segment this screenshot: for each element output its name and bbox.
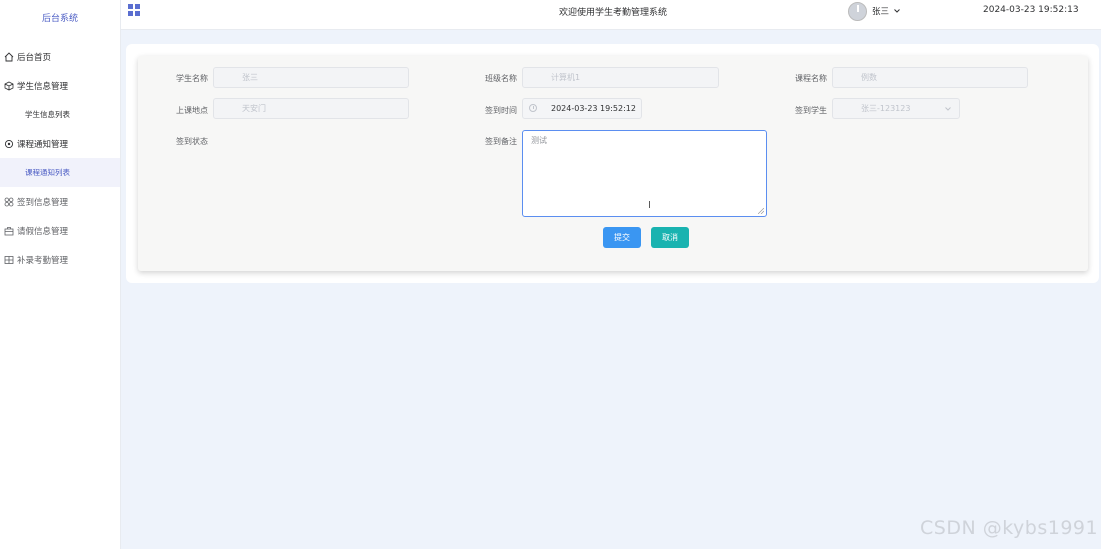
remark-value: 测试 [531, 136, 547, 145]
sidebar-item-label: 补录考勤管理 [17, 255, 69, 266]
course-name-field[interactable]: 例数 [832, 67, 1028, 88]
page-title: 欢迎使用学生考勤管理系统 [559, 8, 668, 18]
checkin-status-label: 签到状态 [176, 137, 208, 146]
sidebar-item-student-list[interactable]: 学生信息列表 [0, 100, 120, 129]
clock-icon [529, 104, 537, 112]
top-header: 欢迎使用学生考勤管理系统 张三 2024-03-23 19:52:13 [121, 0, 1101, 30]
remark-textarea[interactable]: 测试 [522, 130, 767, 217]
sidebar-item-label: 签到信息管理 [17, 197, 69, 208]
grid-icon [3, 254, 14, 265]
student-name-field[interactable]: 张三 [213, 67, 409, 88]
cube-icon [3, 80, 14, 91]
settings-icon [3, 138, 14, 149]
sidebar-item-label: 请假信息管理 [17, 226, 69, 237]
sidebar-menu: 后台首页 学生信息管理 学生信息列表 课程通知管理 课程通知列表 签到信息管理 [0, 42, 120, 274]
sidebar-item-course-notice-management[interactable]: 课程通知管理 [0, 129, 120, 158]
sidebar-item-label: 课程通知管理 [17, 139, 69, 150]
cancel-button[interactable]: 取消 [651, 227, 689, 248]
briefcase-icon [3, 225, 14, 236]
checkin-time-label: 签到时间 [485, 106, 517, 115]
sidebar-item-home[interactable]: 后台首页 [0, 42, 120, 71]
watermark: CSDN @kybs1991 [920, 517, 1099, 539]
student-name-label: 学生名称 [176, 74, 208, 83]
sidebar-item-label: 学生信息管理 [17, 81, 69, 92]
sidebar-item-checkin-management[interactable]: 签到信息管理 [0, 187, 120, 216]
menu-toggle-icon[interactable] [128, 4, 140, 16]
user-menu[interactable]: 张三 [848, 0, 901, 22]
avatar [848, 1, 867, 21]
sidebar-item-leave-management[interactable]: 请假信息管理 [0, 216, 120, 245]
checkin-student-select[interactable]: 张三-123123 [832, 98, 960, 119]
class-name-label: 班级名称 [485, 74, 517, 83]
checkin-time-picker[interactable]: 2024-03-23 19:52:12 [522, 98, 642, 119]
sidebar: 后台系统 后台首页 学生信息管理 学生信息列表 课程通知管理 课程通知列表 签到… [0, 0, 121, 549]
text-cursor-icon: I [648, 200, 651, 211]
remark-label: 签到备注 [485, 137, 517, 146]
home-icon [3, 51, 14, 62]
header-datetime: 2024-03-23 19:52:13 [983, 5, 1079, 15]
checkin-student-value: 张三-123123 [861, 104, 911, 113]
apps-icon [3, 196, 14, 207]
checkin-time-value: 2024-03-23 19:52:12 [551, 104, 636, 113]
sidebar-item-label: 后台首页 [17, 52, 52, 63]
course-name-label: 课程名称 [795, 74, 827, 83]
checkin-student-label: 签到学生 [795, 106, 827, 115]
sidebar-item-makeup-attendance-management[interactable]: 补录考勤管理 [0, 245, 120, 274]
sidebar-item-student-management[interactable]: 学生信息管理 [0, 71, 120, 100]
location-label: 上课地点 [176, 106, 208, 115]
brand-title: 后台系统 [41, 14, 78, 24]
resize-handle-icon[interactable] [758, 208, 764, 214]
chevron-down-icon [945, 107, 951, 111]
location-field[interactable]: 天安门 [213, 98, 409, 119]
chevron-down-icon [894, 9, 900, 13]
sidebar-item-course-notice-list[interactable]: 课程通知列表 [0, 158, 120, 187]
user-name: 张三 [872, 7, 890, 17]
submit-button[interactable]: 提交 [603, 227, 641, 248]
class-name-field[interactable]: 计算机1 [522, 67, 719, 88]
